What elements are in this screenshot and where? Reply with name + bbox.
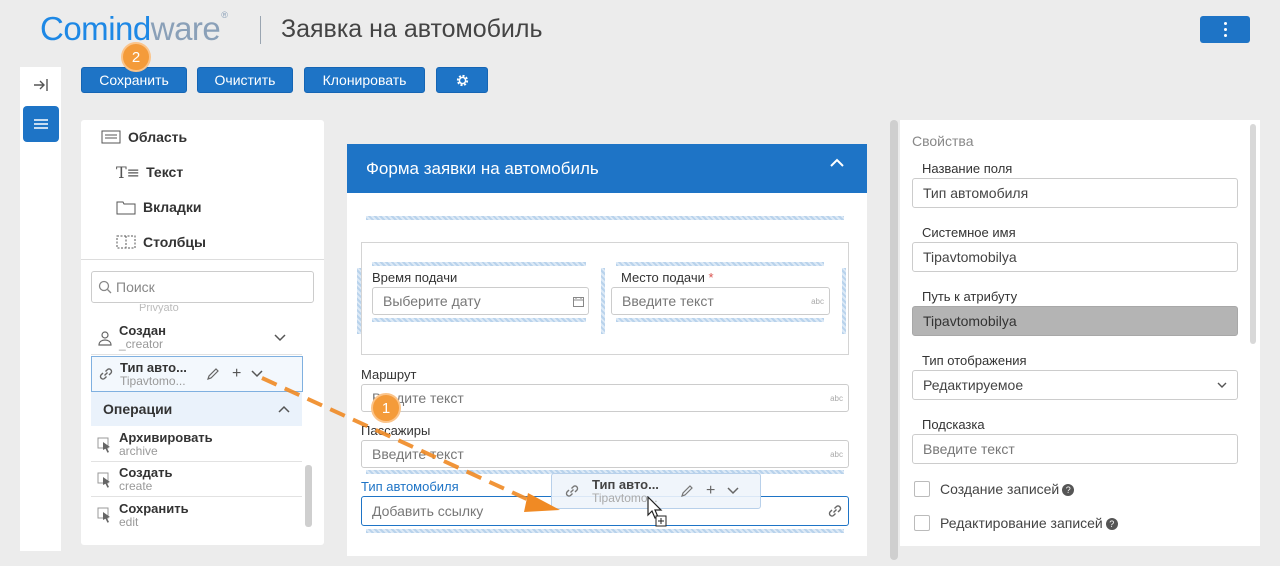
display-type-label: Тип отображения	[922, 353, 1027, 368]
attribute-path-input: Tipavtomobilya	[912, 306, 1238, 336]
edit-records-label: Редактирование записей?	[940, 515, 1118, 531]
step-badge-1: 1	[371, 393, 401, 423]
system-name-input[interactable]: Tipavtomobilya	[912, 242, 1238, 272]
create-records-checkbox[interactable]	[914, 481, 930, 497]
system-name-label: Системное имя	[922, 225, 1016, 240]
chevron-down-icon	[1217, 382, 1227, 388]
hint-input[interactable]: Введите текст	[912, 434, 1238, 464]
cursor-icon	[647, 496, 667, 527]
help-icon[interactable]: ?	[1062, 484, 1075, 497]
attribute-path-label: Путь к атрибуту	[922, 289, 1018, 304]
edit-records-checkbox[interactable]	[914, 515, 930, 531]
hint-label: Подсказка	[922, 417, 985, 432]
display-type-select[interactable]: Редактируемое	[912, 370, 1238, 400]
help-icon[interactable]: ?	[1105, 518, 1118, 531]
create-records-label: Создание записей?	[940, 481, 1075, 497]
canvas-scrollbar[interactable]	[890, 120, 898, 560]
field-name-input[interactable]: Тип автомобиля	[912, 178, 1238, 208]
properties-title: Свойства	[912, 133, 974, 149]
field-name-label: Название поля	[922, 161, 1013, 176]
properties-scrollbar[interactable]	[1250, 124, 1256, 344]
